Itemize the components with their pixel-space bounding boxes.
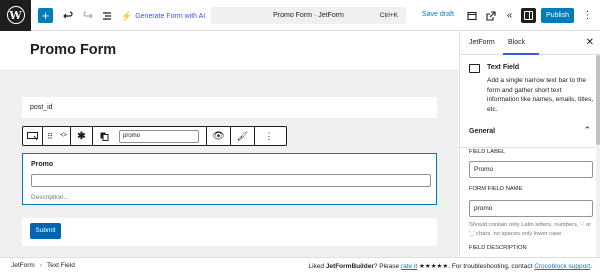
asterisk-icon: ✱	[77, 130, 86, 142]
field-description-label: FIELD DESCRIPTION	[469, 245, 527, 251]
sidebar-tabs: JetForm Block ✕	[460, 31, 600, 55]
close-sidebar-button[interactable]: ✕	[586, 37, 594, 48]
footer-text: Liked	[308, 263, 326, 270]
more-vertical-icon: ⋮	[582, 10, 593, 21]
field-name-label: FORM FIELD NAME	[469, 186, 523, 192]
tab-block[interactable]: Block	[508, 39, 525, 46]
save-draft-button[interactable]: Save draft	[422, 11, 454, 18]
collapse-button[interactable]: «	[502, 8, 517, 23]
block-toolbar: ⠿ ︿ ﹀ ✱ promo 👁 🖌 ⋮	[22, 126, 287, 146]
status-bar: JetForm › Text Field Liked JetFormBuilder?…	[0, 257, 600, 272]
promo-description-placeholder[interactable]: Description...	[31, 194, 69, 201]
drag-handle[interactable]: ⠿	[43, 127, 57, 145]
post-id-label: post_id	[30, 104, 53, 111]
document-title: Promo Form · JetForm	[273, 12, 344, 19]
editor-header: W + ⚡ Generate Form with AI Promo Form ·…	[0, 0, 600, 31]
undo-icon	[62, 10, 73, 18]
footer-text: ? Please	[373, 263, 401, 270]
field-label-input[interactable]: Promo	[469, 161, 593, 178]
text-field-icon	[469, 64, 480, 73]
hidden-field-block[interactable]: post_id	[22, 97, 437, 119]
title-area: Promo Form	[0, 31, 458, 71]
support-link[interactable]: Crocoblock support	[534, 263, 590, 270]
promo-text-field-block[interactable]: Promo Description...	[22, 153, 437, 205]
preview-icon	[466, 11, 477, 20]
footer-text: .	[590, 263, 592, 270]
chevron-up-icon[interactable]: ⌃	[583, 125, 591, 136]
redo-icon	[82, 10, 93, 18]
field-name-inline: promo	[115, 127, 207, 145]
list-view-icon	[102, 11, 111, 20]
block-card-title: Text Field	[487, 64, 520, 71]
publish-button[interactable]: Publish	[541, 8, 574, 23]
sidebar-icon	[524, 11, 533, 20]
submit-block[interactable]: Submit	[22, 218, 437, 246]
page-title[interactable]: Promo Form	[30, 42, 116, 58]
brush-icon: 🖌	[236, 130, 249, 141]
sidebar-scrollbar[interactable]	[596, 55, 600, 257]
editor-canvas: Promo Form post_id ⠿ ︿ ﹀ ✱ promo 👁 🖌 ⋮ P…	[0, 31, 458, 257]
undo-button[interactable]	[60, 8, 75, 23]
submit-button[interactable]: Submit	[30, 223, 61, 239]
document-title-bar[interactable]: Promo Form · JetForm Ctrl+K	[211, 7, 406, 24]
wordpress-icon: W	[6, 6, 25, 24]
more-vertical-icon: ⋮	[264, 130, 274, 141]
eye-icon: 👁	[212, 130, 225, 142]
options-menu-button[interactable]: ⋮	[580, 8, 595, 23]
command-shortcut: Ctrl+K	[379, 12, 398, 19]
field-name-inline-input[interactable]: promo	[119, 129, 199, 143]
view-post-button[interactable]	[483, 8, 498, 23]
field-label-label: FIELD LABEL	[469, 149, 506, 155]
scrollbar-thumb[interactable]	[596, 55, 600, 145]
wordpress-logo-button[interactable]: W	[0, 0, 31, 31]
promo-input-preview[interactable]	[31, 174, 431, 187]
document-overview-button[interactable]	[99, 8, 114, 23]
text-field-icon	[27, 131, 38, 140]
settings-toggle-button[interactable]	[521, 8, 536, 23]
generate-form-ai-label: Generate Form with AI	[135, 12, 206, 20]
external-link-icon	[485, 10, 496, 21]
general-panel-title[interactable]: General	[469, 128, 495, 135]
settings-sidebar: JetForm Block ✕ Text Field Add a single …	[459, 31, 600, 257]
redo-button[interactable]	[80, 8, 95, 23]
drag-icon: ⠿	[47, 131, 53, 141]
visibility-button[interactable]: 👁	[207, 127, 231, 145]
breadcrumb-separator: ›	[39, 262, 43, 269]
footer-text: . For troubleshooting, contact	[448, 263, 535, 270]
breadcrumb-text-field[interactable]: Text Field	[47, 262, 75, 269]
field-name-help: Should contain only Latin letters, numbe…	[469, 222, 592, 237]
block-options-button[interactable]: ⋮	[255, 127, 283, 145]
footer-brand: JetFormBuilder	[325, 263, 374, 270]
double-chevron-left-icon: «	[506, 10, 513, 21]
copy-icon	[100, 132, 108, 141]
breadcrumb: JetForm › Text Field	[11, 262, 75, 269]
field-name-input[interactable]: promo	[469, 200, 593, 217]
move-buttons[interactable]: ︿ ﹀	[57, 127, 71, 145]
style-button[interactable]: 🖌	[231, 127, 255, 145]
chevron-up-down-icon: ︿ ﹀	[60, 129, 67, 142]
promo-field-label: Promo	[31, 161, 54, 168]
rating-stars[interactable]: ★★★★★	[417, 263, 448, 270]
preview-button[interactable]	[464, 8, 479, 23]
footer-note: Liked JetFormBuilder? Please rate it ★★★…	[308, 262, 592, 270]
rate-link[interactable]: rate it	[401, 263, 417, 270]
block-inserter-button[interactable]: +	[38, 8, 53, 23]
tab-jetform[interactable]: JetForm	[469, 39, 495, 46]
ai-sparkle-icon: ⚡	[121, 10, 133, 21]
generate-form-ai-button[interactable]: ⚡ Generate Form with AI	[121, 9, 205, 23]
block-type-button[interactable]	[23, 127, 43, 145]
breadcrumb-jetform[interactable]: JetForm	[11, 262, 35, 269]
required-toggle-button[interactable]: ✱	[71, 127, 93, 145]
copy-name-button[interactable]	[93, 127, 115, 145]
block-card-description: Add a single narrow text bar to the form…	[487, 77, 594, 113]
